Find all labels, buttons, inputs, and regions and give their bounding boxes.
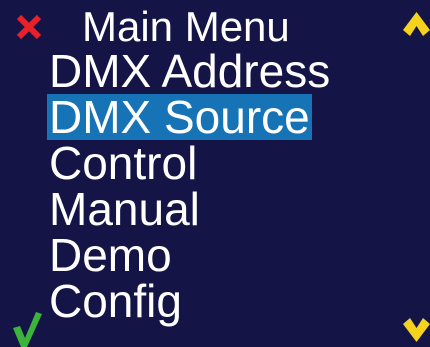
menu-item-demo[interactable]: Demo	[47, 232, 332, 278]
menu-item-control[interactable]: Control	[47, 140, 332, 186]
chevron-up-icon[interactable]	[403, 12, 430, 36]
menu-item-config-row: Config	[47, 278, 332, 324]
main-menu-list: DMX Address DMX Source Control Manual De…	[47, 48, 332, 324]
menu-item-dmx-address[interactable]: DMX Address	[47, 48, 332, 94]
menu-item-manual[interactable]: Manual	[47, 186, 332, 232]
menu-item-manual-row: Manual	[47, 186, 332, 232]
menu-item-config[interactable]: Config	[47, 278, 332, 324]
menu-title: Main Menu	[82, 3, 290, 50]
menu-screen: Main Menu DMX Address DMX Source Control…	[0, 0, 430, 347]
menu-item-dmx-source-row: DMX Source	[47, 94, 332, 140]
checkmark-icon[interactable]	[12, 312, 42, 347]
close-icon[interactable]	[16, 14, 42, 40]
chevron-down-icon[interactable]	[403, 318, 430, 342]
menu-item-control-row: Control	[47, 140, 332, 186]
menu-item-demo-row: Demo	[47, 232, 332, 278]
menu-item-dmx-address-row: DMX Address	[47, 48, 332, 94]
menu-item-dmx-source[interactable]: DMX Source	[47, 94, 312, 140]
